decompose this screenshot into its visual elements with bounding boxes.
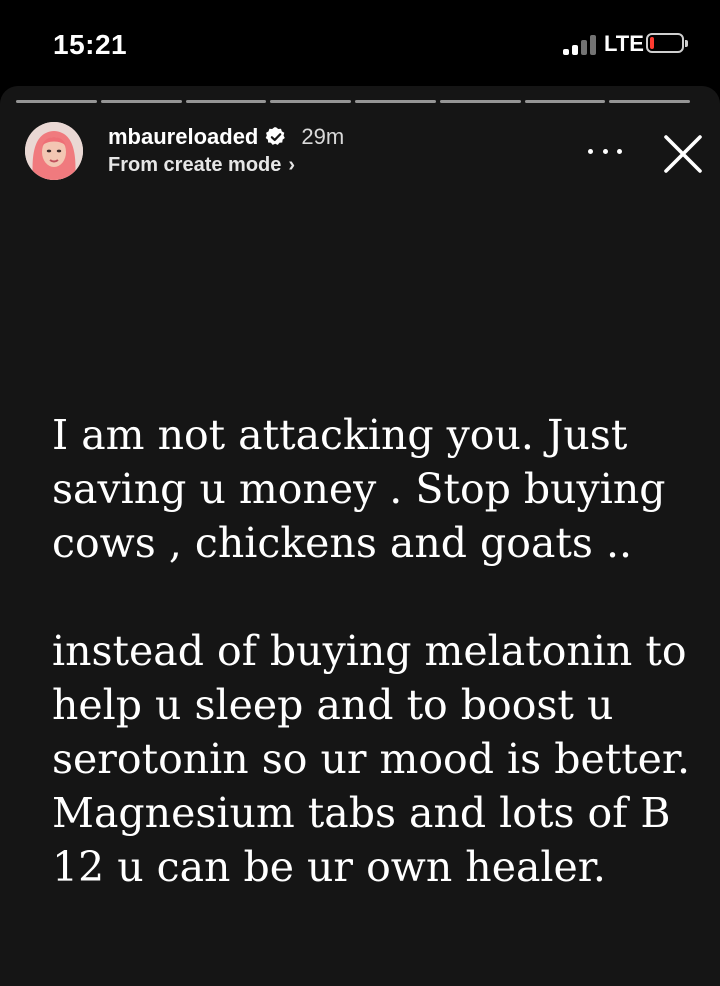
story-progress-segment — [185, 100, 267, 103]
avatar[interactable] — [25, 122, 83, 180]
story-progress-segment — [609, 100, 690, 103]
status-bar: 15:21 LTE — [0, 0, 720, 88]
more-options-icon[interactable] — [588, 144, 622, 158]
story-header: mbaureloaded 29m — [108, 122, 344, 152]
verified-badge-icon — [266, 127, 286, 145]
battery-low-icon — [646, 33, 688, 53]
username[interactable]: mbaureloaded — [108, 124, 258, 150]
clock: 15:21 — [53, 29, 128, 60]
story-progress-segment — [524, 100, 606, 103]
create-mode-label: From create mode — [108, 154, 282, 176]
story-paragraph: instead of buying melatonin to help u sl… — [52, 627, 691, 891]
story-progress-segment — [439, 100, 521, 103]
network-type: LTE — [604, 31, 644, 56]
chevron-right-icon: › — [288, 154, 296, 176]
story-progress-segment — [355, 100, 436, 103]
story-text: I am not attacking you. Just saving u mo… — [52, 408, 692, 894]
signal-bars-icon — [563, 35, 597, 55]
create-mode-link[interactable]: From create mode › — [108, 154, 295, 177]
story-paragraph: I am not attacking you. Just saving u mo… — [52, 411, 666, 567]
story-progress-segment — [270, 100, 351, 103]
story-progress-segment — [100, 100, 182, 103]
post-time: 29m — [301, 124, 345, 149]
story-progress-segment — [16, 100, 97, 103]
story-viewer[interactable]: mbaureloaded 29m From create mode › I am… — [0, 86, 720, 986]
close-icon[interactable] — [660, 131, 706, 177]
story-progress-bar — [16, 100, 690, 103]
